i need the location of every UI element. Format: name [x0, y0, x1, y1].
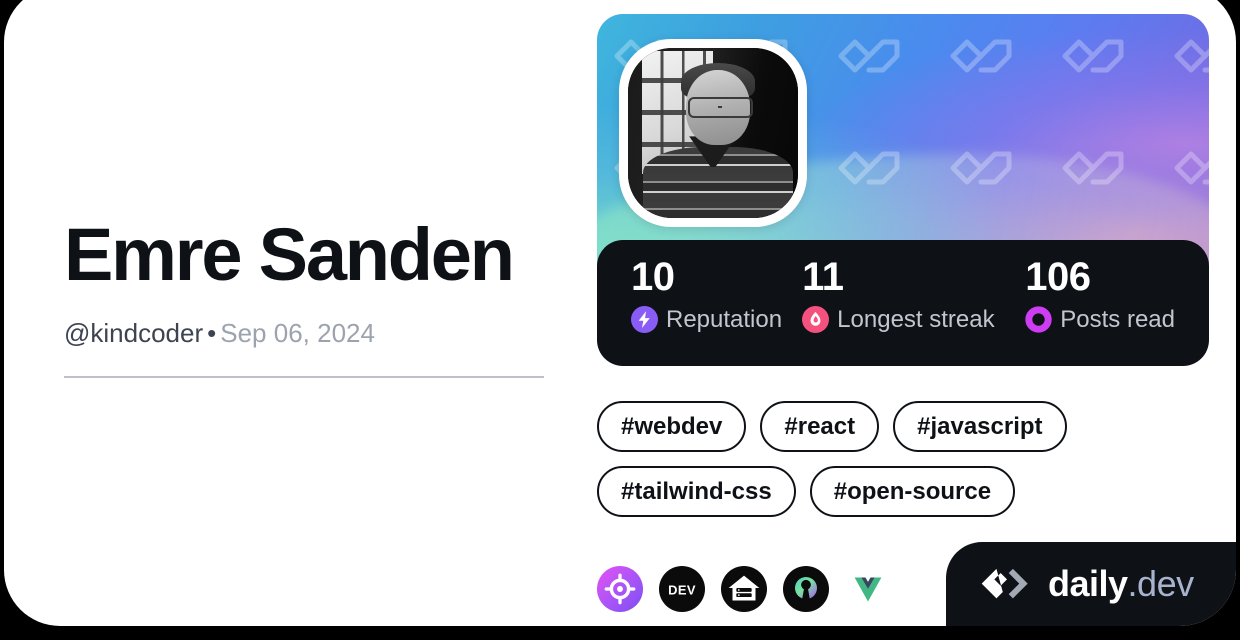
- stat-label: Longest streak: [837, 305, 995, 333]
- tag-chip[interactable]: #webdev: [597, 401, 747, 453]
- stat-posts-read: 106 Posts read: [1025, 256, 1175, 366]
- stats-bar: 10 Reputation 11 Longest streak 106 Post…: [597, 240, 1209, 366]
- daily-dev-logo-mark-icon: [981, 568, 1028, 599]
- page-title: Emre Sanden: [64, 213, 515, 296]
- tag-chip[interactable]: #javascript: [893, 401, 1067, 453]
- house-server-icon[interactable]: [721, 566, 767, 612]
- stat-value: 10: [631, 255, 675, 299]
- stat-label: Reputation: [666, 305, 783, 333]
- divider: [64, 375, 544, 378]
- meta-separator: •: [207, 317, 217, 348]
- tag-list: #webdev #react #javascript #tailwind-css…: [597, 401, 1209, 518]
- source-list: DEV: [597, 566, 891, 612]
- brand-tld: .dev: [1127, 563, 1195, 604]
- avatar: [619, 39, 807, 227]
- stat-longest-streak: 11 Longest streak: [802, 256, 1025, 366]
- stat-label-row: Reputation: [631, 306, 802, 333]
- stat-value: 106: [1025, 255, 1091, 299]
- brand-name: daily: [1048, 563, 1128, 604]
- stat-reputation: 10 Reputation: [631, 256, 802, 366]
- tag-chip[interactable]: #tailwind-css: [597, 466, 796, 518]
- vue-logo-icon[interactable]: [845, 566, 891, 612]
- profile-joined-date: Sep 06, 2024: [220, 317, 375, 348]
- profile-handle: @kindcoder: [64, 317, 204, 348]
- cover-image: [597, 14, 1209, 264]
- daily-dev-branding: daily.dev: [946, 542, 1236, 626]
- crosshair-target-icon[interactable]: [597, 566, 643, 612]
- profile-meta: @kindcoder • Sep 06, 2024: [64, 320, 564, 346]
- profile-info: Emre Sanden @kindcoder • Sep 06, 2024: [64, 216, 564, 378]
- dev-to-icon[interactable]: DEV: [659, 566, 705, 612]
- tag-chip[interactable]: #open-source: [809, 466, 1016, 518]
- daily-dev-wordmark: daily.dev: [1048, 566, 1194, 602]
- streak-flame-icon: [802, 306, 830, 333]
- avatar-image: [628, 48, 798, 218]
- stat-label-row: Longest streak: [802, 306, 1025, 333]
- posts-read-ring-icon: [1025, 306, 1052, 333]
- stat-label-row: Posts read: [1025, 306, 1175, 333]
- reputation-bolt-icon: [631, 306, 658, 333]
- tag-chip[interactable]: #react: [760, 401, 880, 453]
- profile-card-right: 10 Reputation 11 Longest streak 106 Post…: [597, 14, 1209, 612]
- svg-text:DEV: DEV: [668, 582, 696, 597]
- avatar-glasses-icon: [687, 97, 753, 119]
- stat-label: Posts read: [1060, 305, 1175, 333]
- stat-value: 11: [802, 255, 844, 299]
- dev-card: Emre Sanden @kindcoder • Sep 06, 2024 10…: [4, 0, 1236, 626]
- open-source-keyhole-icon[interactable]: [783, 566, 829, 612]
